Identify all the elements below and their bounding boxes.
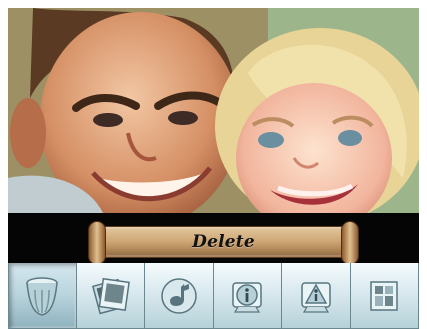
info-button[interactable] — [213, 263, 283, 329]
photo-illustration — [8, 8, 419, 213]
mode-label-text: Delete — [192, 232, 255, 252]
slides-button[interactable] — [76, 263, 146, 329]
plaque-right-cap — [341, 221, 359, 265]
plaque-left-cap — [88, 221, 106, 265]
sound-button[interactable] — [145, 263, 214, 329]
film-slides-icon — [87, 272, 135, 320]
mode-label-plaque: Delete — [88, 221, 359, 265]
layout-button[interactable] — [350, 263, 419, 329]
trash-can-icon — [19, 273, 65, 319]
delete-button[interactable] — [8, 263, 77, 329]
bottom-toolbar — [8, 263, 419, 329]
camera-screen: Delete — [8, 8, 419, 329]
alert-info-button[interactable] — [282, 263, 351, 329]
alert-info-icon — [293, 273, 339, 319]
mode-label-bar: Delete — [8, 213, 419, 265]
layout-grid-icon — [361, 273, 407, 319]
info-icon — [224, 273, 270, 319]
music-note-icon — [156, 273, 202, 319]
preview-photo — [8, 8, 419, 213]
